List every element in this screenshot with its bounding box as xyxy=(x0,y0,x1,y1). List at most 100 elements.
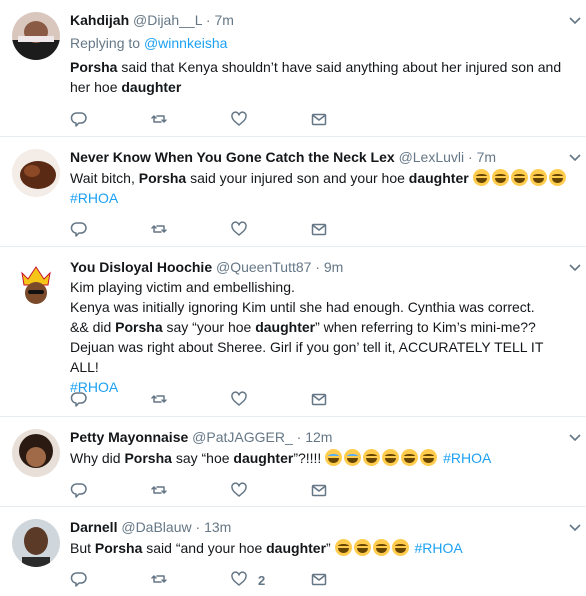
text-segment: Wait bitch, xyxy=(70,170,139,186)
retweet-button[interactable] xyxy=(150,110,230,131)
text-segment: Kim playing victim and embellishing. xyxy=(70,279,295,295)
highlighted-term: Porsha xyxy=(115,319,163,335)
chevron-down-icon[interactable] xyxy=(568,261,582,275)
reply-button[interactable] xyxy=(70,220,150,241)
avatar[interactable] xyxy=(12,519,60,567)
highlighted-term: daughter xyxy=(266,540,327,556)
dm-button[interactable] xyxy=(310,481,390,502)
text-segment: Why did xyxy=(70,450,125,466)
crying-emoji-icon xyxy=(325,449,343,466)
tweet[interactable]: Never Know When You Gone Catch the Neck … xyxy=(0,137,586,247)
like-button[interactable] xyxy=(230,220,310,241)
laughing-emoji-icon xyxy=(353,539,371,556)
display-name[interactable]: Kahdijah xyxy=(70,12,129,28)
laughing-emoji-icon xyxy=(420,449,438,466)
hashtag-link[interactable]: #RHOA xyxy=(443,450,491,466)
dm-icon xyxy=(310,220,328,241)
text-segment: ” when referring to Kim’s mini-me?? xyxy=(315,319,536,335)
reply-icon xyxy=(70,481,88,502)
separator-dot: · xyxy=(315,259,320,275)
display-name[interactable]: Darnell xyxy=(70,519,117,535)
tweet-actions xyxy=(70,390,390,411)
hashtag-link[interactable]: #RHOA xyxy=(70,190,118,206)
separator-dot: · xyxy=(205,12,211,28)
highlighted-term: Porsha xyxy=(138,170,187,186)
separator-dot: · xyxy=(296,429,302,445)
chevron-down-icon[interactable] xyxy=(568,431,582,445)
highlighted-term: daughter xyxy=(121,79,182,95)
chevron-down-icon[interactable] xyxy=(568,521,582,535)
dm-icon xyxy=(310,570,328,591)
dm-button[interactable] xyxy=(310,390,390,411)
reply-button[interactable] xyxy=(70,390,150,411)
text-segment: ”?!!!! xyxy=(293,450,326,466)
retweet-button[interactable] xyxy=(150,390,230,411)
user-handle[interactable]: @Dijah__L xyxy=(133,12,202,28)
chevron-down-icon[interactable] xyxy=(568,151,582,165)
reply-button[interactable] xyxy=(70,481,150,502)
user-handle[interactable]: @DaBlauw xyxy=(121,519,191,535)
tweet-text: But Porsha said “and your hoe daughter” … xyxy=(70,538,574,558)
laughing-emoji-icon xyxy=(363,449,381,466)
tweet-text: Porsha said that Kenya shouldn’t have sa… xyxy=(70,57,570,97)
retweet-button[interactable] xyxy=(150,570,230,591)
reply-icon xyxy=(70,570,88,591)
dm-icon xyxy=(310,110,328,131)
reply-button[interactable] xyxy=(70,110,150,131)
timestamp[interactable]: 9m xyxy=(324,259,343,275)
laughing-emoji-icon xyxy=(491,169,509,186)
replying-to: Replying to @winnkeisha xyxy=(70,33,574,53)
text-segment: said “and your hoe xyxy=(142,540,267,556)
avatar[interactable] xyxy=(12,12,60,60)
text-segment: Dejuan was right about Sheree. Girl if y… xyxy=(70,339,544,375)
timestamp[interactable]: 7m xyxy=(477,149,496,165)
display-name[interactable]: Never Know When You Gone Catch the Neck … xyxy=(70,149,395,165)
avatar[interactable] xyxy=(12,429,60,477)
highlighted-term: Porsha xyxy=(124,450,172,466)
like-button[interactable] xyxy=(230,390,310,411)
laughing-emoji-icon xyxy=(382,449,400,466)
highlighted-term: Porsha xyxy=(94,540,143,556)
display-name[interactable]: Petty Mayonnaise xyxy=(70,429,188,445)
tweet[interactable]: Darnell @DaBlauw · 13m But Porsha said “… xyxy=(0,507,586,596)
avatar[interactable] xyxy=(12,259,60,307)
like-icon xyxy=(230,390,248,411)
hashtag-link[interactable]: #RHOA xyxy=(414,540,462,556)
timestamp[interactable]: 13m xyxy=(204,519,231,535)
tweet-feed: Kahdijah @Dijah__L · 7m Replying to @win… xyxy=(0,0,586,596)
dm-button[interactable] xyxy=(310,570,390,591)
dm-button[interactable] xyxy=(310,220,390,241)
tweet[interactable]: Kahdijah @Dijah__L · 7m Replying to @win… xyxy=(0,0,586,137)
timestamp[interactable]: 12m xyxy=(305,429,332,445)
retweet-icon xyxy=(150,481,168,502)
text-segment: Kenya was initially ignoring Kim until s… xyxy=(70,299,535,315)
dm-icon xyxy=(310,481,328,502)
timestamp[interactable]: 7m xyxy=(214,12,233,28)
tweet[interactable]: You Disloyal Hoochie @QueenTutt87 · 9m K… xyxy=(0,247,586,417)
retweet-icon xyxy=(150,390,168,411)
laughing-emoji-icon xyxy=(391,539,409,556)
reply-icon xyxy=(70,220,88,241)
retweet-button[interactable] xyxy=(150,481,230,502)
reply-button[interactable] xyxy=(70,570,150,591)
dm-button[interactable] xyxy=(310,110,390,131)
text-segment xyxy=(469,170,473,186)
tweet[interactable]: Petty Mayonnaise @PatJAGGER_ · 12m Why d… xyxy=(0,417,586,507)
crying-emoji-icon xyxy=(344,449,362,466)
like-button[interactable] xyxy=(230,110,310,131)
display-name[interactable]: You Disloyal Hoochie xyxy=(70,259,212,275)
tweet-actions xyxy=(70,481,390,502)
user-handle[interactable]: @LexLuvli xyxy=(399,149,465,165)
like-button[interactable]: 2 xyxy=(230,570,310,591)
laughing-emoji-icon xyxy=(372,539,390,556)
text-segment: say “your hoe xyxy=(162,319,256,335)
chevron-down-icon[interactable] xyxy=(568,14,582,28)
user-handle[interactable]: @QueenTutt87 xyxy=(216,259,311,275)
user-handle[interactable]: @PatJAGGER_ xyxy=(192,429,293,445)
laughing-emoji-icon xyxy=(510,169,528,186)
like-button[interactable] xyxy=(230,481,310,502)
replying-to-handle[interactable]: @winnkeisha xyxy=(144,35,227,51)
replying-to-label: Replying to xyxy=(70,35,144,51)
avatar[interactable] xyxy=(12,149,60,197)
retweet-button[interactable] xyxy=(150,220,230,241)
